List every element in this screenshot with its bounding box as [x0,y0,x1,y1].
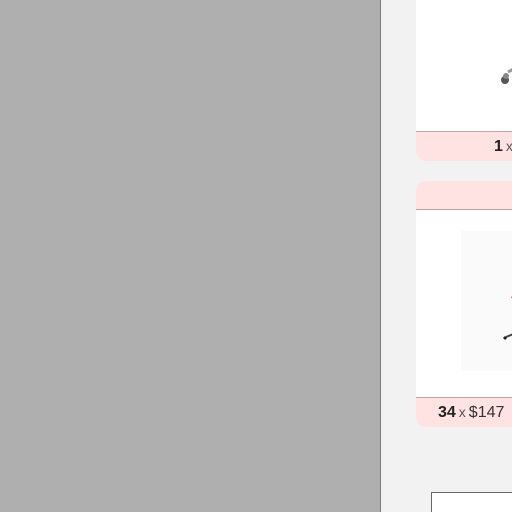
times-symbol: x [506,138,512,154]
cart-item-card[interactable]: 1x [416,0,512,161]
times-symbol: x [458,404,466,420]
cart-panel: 1x 34x$147 [380,0,512,512]
product-image[interactable] [461,231,512,371]
bottom-input-box[interactable] [431,492,512,512]
drafting-stool-icon [502,296,512,341]
cart-item-header [416,181,512,210]
item-quantity: 34 [438,404,456,421]
modal-overlay-backdrop[interactable] [0,0,380,512]
product-image[interactable] [486,0,512,90]
item-price: $147 [468,404,505,421]
cart-item-summary: 34 x $147 [416,397,512,427]
office-chair-icon [501,68,512,84]
item-quantity: 1 [494,138,503,155]
cart-item-summary: 1x [416,131,512,161]
cart-item-card[interactable]: 34 x $147 [416,181,512,427]
